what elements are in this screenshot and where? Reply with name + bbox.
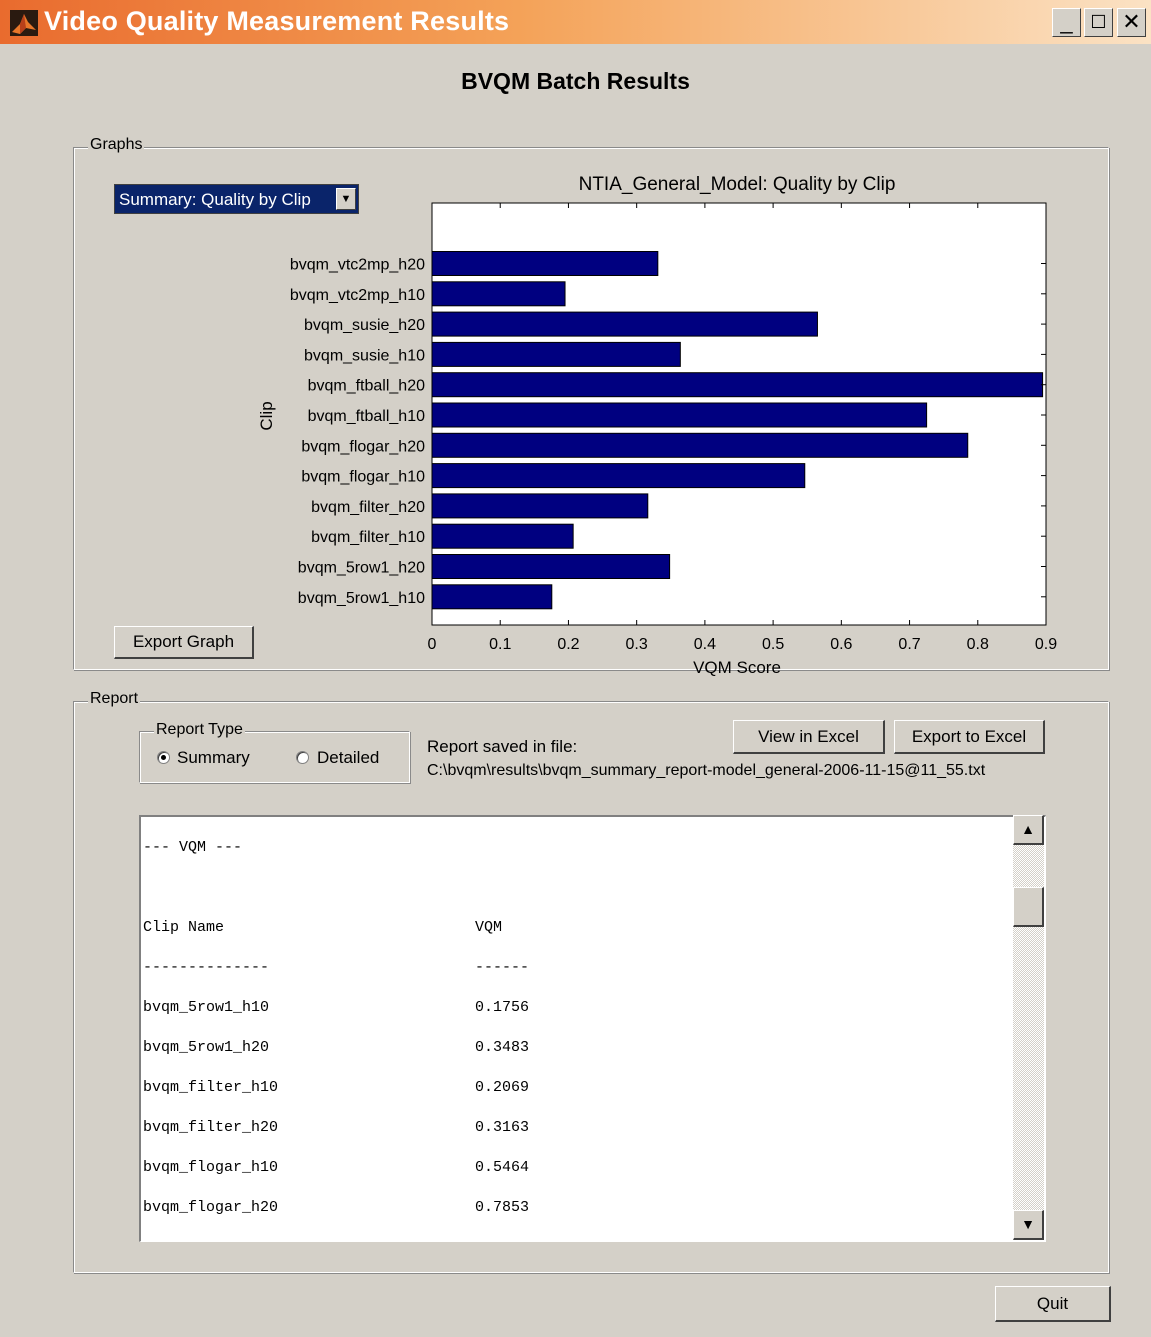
graph-type-dropdown[interactable]: Summary: Quality by Clip ▼ bbox=[114, 184, 359, 214]
scroll-down-button[interactable]: ▼ bbox=[1013, 1210, 1044, 1240]
report-line: bvqm_flogar_h10 0.5464 bbox=[143, 1159, 1003, 1179]
close-button[interactable]: ✕ bbox=[1117, 8, 1146, 37]
report-line: bvqm_flogar_h20 0.7853 bbox=[143, 1199, 1003, 1219]
export-to-excel-button[interactable]: Export to Excel bbox=[894, 720, 1045, 754]
title-bar[interactable]: Video Quality Measurement Results _ ☐ ✕ bbox=[0, 0, 1151, 44]
report-group-label: Report bbox=[88, 690, 141, 708]
maximize-icon: ☐ bbox=[1090, 12, 1107, 32]
report-vqm-value: 0.3483 bbox=[475, 1039, 530, 1056]
arrow-down-icon: ▼ bbox=[1021, 1216, 1035, 1232]
report-type-label: Report Type bbox=[154, 721, 245, 739]
report-clip-name: bvqm_5row1_h20 bbox=[143, 1039, 270, 1056]
window-title: Video Quality Measurement Results bbox=[44, 6, 510, 36]
scroll-up-button[interactable]: ▲ bbox=[1013, 815, 1044, 845]
report-clip-name: -------------- bbox=[143, 959, 270, 976]
report-line: bvqm_filter_h20 0.3163 bbox=[143, 1119, 1003, 1139]
report-line: --- VQM --- bbox=[143, 839, 1003, 859]
arrow-up-icon: ▲ bbox=[1021, 821, 1035, 837]
report-vqm-value: 0.5464 bbox=[475, 1159, 530, 1176]
export-graph-button[interactable]: Export Graph bbox=[114, 626, 254, 659]
scroll-thumb[interactable] bbox=[1013, 887, 1044, 927]
report-saved-path: C:\bvqm\results\bvqm_summary_report-mode… bbox=[427, 762, 986, 779]
report-vqm-value: VQM bbox=[475, 919, 503, 936]
report-vqm-value: ------ bbox=[475, 959, 530, 976]
report-clip-name: bvqm_flogar_h20 bbox=[143, 1199, 279, 1216]
report-clip-name: --- VQM --- bbox=[143, 839, 243, 856]
report-line: -------------- ------ bbox=[143, 959, 1003, 979]
report-text-area[interactable]: --- VQM --- Clip Name VQM -------------- ---… bbox=[139, 815, 1046, 1242]
graphs-group bbox=[73, 147, 1109, 670]
report-clip-name: bvqm_flogar_h10 bbox=[143, 1159, 279, 1176]
summary-radio[interactable] bbox=[157, 751, 170, 764]
detailed-radio-label[interactable]: Detailed bbox=[317, 748, 379, 768]
report-vqm-value: 0.2069 bbox=[475, 1079, 530, 1096]
report-vqm-value: 0.7853 bbox=[475, 1199, 530, 1216]
report-clip-name: bvqm_filter_h20 bbox=[143, 1119, 279, 1136]
maximize-button[interactable]: ☐ bbox=[1084, 8, 1113, 37]
report-line bbox=[143, 879, 1003, 899]
report-vqm-value: 0.1756 bbox=[475, 999, 530, 1016]
report-clip-name: bvqm_filter_h10 bbox=[143, 1079, 279, 1096]
graphs-group-label: Graphs bbox=[88, 136, 145, 154]
minimize-icon: _ bbox=[1060, 9, 1073, 34]
radio-selected-dot bbox=[161, 755, 166, 760]
report-scrollbar[interactable]: ▲ ▼ bbox=[1013, 815, 1044, 1240]
report-line: bvqm_5row1_h20 0.3483 bbox=[143, 1039, 1003, 1059]
detailed-radio[interactable] bbox=[296, 751, 309, 764]
page-title: BVQM Batch Results bbox=[461, 68, 690, 94]
report-vqm-value: 0.3163 bbox=[475, 1119, 530, 1136]
view-in-excel-button[interactable]: View in Excel bbox=[733, 720, 885, 754]
graph-type-value: Summary: Quality by Clip bbox=[119, 190, 311, 209]
report-line: Clip Name VQM bbox=[143, 919, 1003, 939]
report-line: bvqm_filter_h10 0.2069 bbox=[143, 1079, 1003, 1099]
chevron-down-icon[interactable]: ▼ bbox=[336, 188, 356, 210]
minimize-button[interactable]: _ bbox=[1052, 8, 1081, 37]
close-icon: ✕ bbox=[1122, 9, 1141, 34]
matlab-icon bbox=[10, 10, 38, 36]
summary-radio-label[interactable]: Summary bbox=[177, 748, 250, 768]
quit-button[interactable]: Quit bbox=[995, 1286, 1111, 1322]
report-clip-name: Clip Name bbox=[143, 919, 225, 936]
report-saved-label: Report saved in file: bbox=[427, 737, 578, 756]
report-clip-name: bvqm_5row1_h10 bbox=[143, 999, 270, 1016]
report-line: bvqm_5row1_h10 0.1756 bbox=[143, 999, 1003, 1019]
